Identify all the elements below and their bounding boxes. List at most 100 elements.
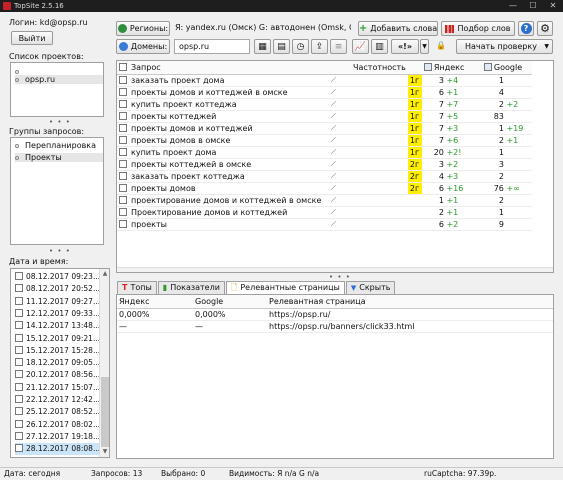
domains-button[interactable]: Домены: (116, 39, 170, 54)
row-checkbox[interactable] (119, 123, 127, 132)
date-checkbox[interactable] (15, 321, 23, 330)
date-checkbox[interactable] (15, 431, 23, 440)
date-item[interactable]: 26.12.2017 08:02... (15, 419, 103, 431)
chart-button[interactable]: 📈 (352, 39, 369, 54)
relevant-page-link[interactable]: https://opsp.ru/ (267, 308, 553, 321)
tab-indicators[interactable]: ▮ Показатели (157, 281, 225, 294)
query-cell[interactable]: проекты домов (117, 182, 329, 195)
date-item[interactable]: 12.12.2017 09:33... (15, 308, 103, 320)
calendar-button[interactable]: ▤ (273, 39, 290, 54)
google-column-header[interactable]: Google (481, 61, 532, 75)
table-row[interactable]: проекты домов в омске ⟋ 1г 7 +6 2 +1 (117, 134, 532, 147)
date-checkbox[interactable] (15, 395, 23, 403)
query-cell[interactable]: заказать проект коттеджа (117, 170, 329, 183)
trend-chart-icon[interactable]: ⟋ (329, 98, 351, 111)
minimize-button[interactable]: — (503, 0, 523, 12)
date-item[interactable]: 11.12.2017 09:27... (15, 296, 103, 308)
query-cell[interactable]: проекты (117, 218, 329, 231)
row-checkbox[interactable] (119, 135, 127, 144)
row-checkbox[interactable] (119, 99, 127, 108)
splitter-handle[interactable]: • • • (329, 274, 351, 281)
date-item[interactable]: 14.12.2017 13:48... (15, 320, 103, 332)
trend-chart-icon[interactable]: ⟋ (329, 182, 351, 195)
query-cell[interactable]: проекты домов и коттеджей (117, 122, 329, 135)
trend-chart-icon[interactable]: ⟋ (329, 218, 351, 231)
query-cell[interactable]: проекты домов и коттеджей в омске (117, 86, 329, 99)
scroll-up-icon[interactable]: ▲ (101, 270, 109, 278)
close-window-button[interactable]: ✕ (543, 0, 563, 12)
table-row[interactable]: проекты ⟋ 6 +2 9 (117, 218, 532, 231)
table-row[interactable]: проекты коттеджей в омске ⟋ 2г 3 +2 3 (117, 158, 532, 171)
select-all-checkbox[interactable] (119, 62, 127, 71)
relevant-page-link[interactable]: https://opsp.ru/banners/click33.html (267, 320, 553, 333)
date-item[interactable]: 15.12.2017 09:21... (15, 333, 103, 345)
date-checkbox[interactable] (15, 345, 23, 354)
row-checkbox[interactable] (119, 195, 127, 204)
row-checkbox[interactable] (119, 207, 127, 216)
query-cell[interactable]: проектирование домов и коттеджей в омске (117, 194, 329, 207)
scroll-down-icon[interactable]: ▼ (101, 448, 109, 456)
date-checkbox[interactable] (15, 296, 23, 305)
date-checkbox[interactable] (15, 382, 23, 391)
yandex-checkbox[interactable] (423, 62, 432, 71)
date-item[interactable]: 08.12.2017 09:23... (15, 271, 103, 283)
row-checkbox[interactable] (119, 183, 127, 192)
domain-field[interactable]: opsp.ru (174, 39, 250, 54)
tab-tops[interactable]: T Топы (117, 281, 157, 294)
start-check-button[interactable]: Начать проверку ▼ (456, 39, 553, 54)
table-row[interactable]: заказать проект коттеджа ⟋ 2г 4 +3 2 (117, 170, 532, 183)
query-column-header[interactable]: Запрос (117, 61, 329, 75)
relevant-google-header[interactable]: Google (193, 295, 267, 309)
google-checkbox[interactable] (483, 62, 492, 71)
logout-button[interactable]: Выйти (11, 31, 53, 45)
relevant-yandex-header[interactable]: Яндекс (117, 295, 193, 309)
date-checkbox[interactable] (15, 370, 23, 379)
splitter-handle[interactable]: • • • (49, 119, 71, 126)
query-cell[interactable]: проекты коттеджей (117, 110, 329, 123)
sort-button[interactable]: ≡ (330, 39, 347, 54)
query-cell[interactable]: Проектирование домов и коттеджей (117, 206, 329, 219)
trend-chart-icon[interactable]: ⟋ (329, 74, 351, 87)
trend-chart-icon[interactable]: ⟋ (329, 122, 351, 135)
yandex-column-header[interactable]: Яндекс (421, 61, 482, 75)
date-item[interactable]: 15.12.2017 15:28... (15, 345, 103, 357)
date-checkbox[interactable] (15, 419, 23, 428)
table-row[interactable]: заказать проект дома ⟋ 1г 3 +4 1 (117, 74, 532, 87)
date-item[interactable]: 28.12.2017 08:08... (15, 443, 103, 456)
row-checkbox[interactable] (119, 75, 127, 84)
trend-chart-icon[interactable]: ⟋ (329, 86, 351, 99)
table-row[interactable]: 0,000% 0,000% https://opsp.ru/ (117, 308, 553, 321)
group-item-projects[interactable]: Проекты (15, 153, 103, 162)
calculator-button[interactable]: ▦ (254, 39, 271, 54)
table-row[interactable]: купить проект коттеджа ⟋ 1г 7 +7 2 +2 (117, 98, 532, 111)
date-item[interactable]: 08.12.2017 20:52... (15, 283, 103, 295)
markers-dropdown[interactable]: ▼ (420, 39, 429, 54)
date-item[interactable]: 21.12.2017 15:07... (15, 382, 103, 394)
date-checkbox[interactable] (15, 444, 23, 453)
date-item[interactable]: 27.12.2017 19:18... (15, 431, 103, 443)
maximize-button[interactable]: ☐ (523, 0, 543, 12)
date-item[interactable]: 18.12.2017 09:05... (15, 357, 103, 369)
trend-chart-icon[interactable]: ⟋ (329, 158, 351, 171)
row-checkbox[interactable] (119, 111, 127, 120)
date-checkbox[interactable] (15, 333, 23, 342)
table-row[interactable]: проекты коттеджей ⟋ 1г 7 +5 83 (117, 110, 532, 123)
table-row[interactable]: проекты домов и коттеджей в омске ⟋ 1г 6 +1… (117, 86, 532, 99)
export-button[interactable]: ⇪ (311, 39, 328, 54)
frequency-column-header[interactable]: Частотность (351, 61, 408, 75)
table-row[interactable]: — — https://opsp.ru/banners/click33.html (117, 320, 553, 333)
query-cell[interactable]: проекты коттеджей в омске (117, 158, 329, 171)
group-item-replanning[interactable]: Перепланировка (15, 141, 96, 150)
help-button[interactable]: ? (518, 21, 534, 36)
query-cell[interactable]: заказать проект дома (117, 74, 329, 87)
relevant-page-header[interactable]: Релевантная страница (267, 295, 553, 309)
date-checkbox[interactable] (15, 272, 23, 280)
markers-button[interactable]: «!» (391, 39, 419, 54)
history-button[interactable]: ◷ (292, 39, 309, 54)
date-checkbox[interactable] (15, 407, 23, 416)
trend-chart-icon[interactable]: ⟋ (329, 170, 351, 183)
settings-button[interactable]: ⚙ (537, 21, 553, 36)
query-cell[interactable]: купить проект коттеджа (117, 98, 329, 111)
date-item[interactable]: 20.12.2017 08:56... (15, 369, 103, 381)
table-row[interactable]: купить проект дома ⟋ 1г 20 +2! 1 (117, 146, 532, 159)
